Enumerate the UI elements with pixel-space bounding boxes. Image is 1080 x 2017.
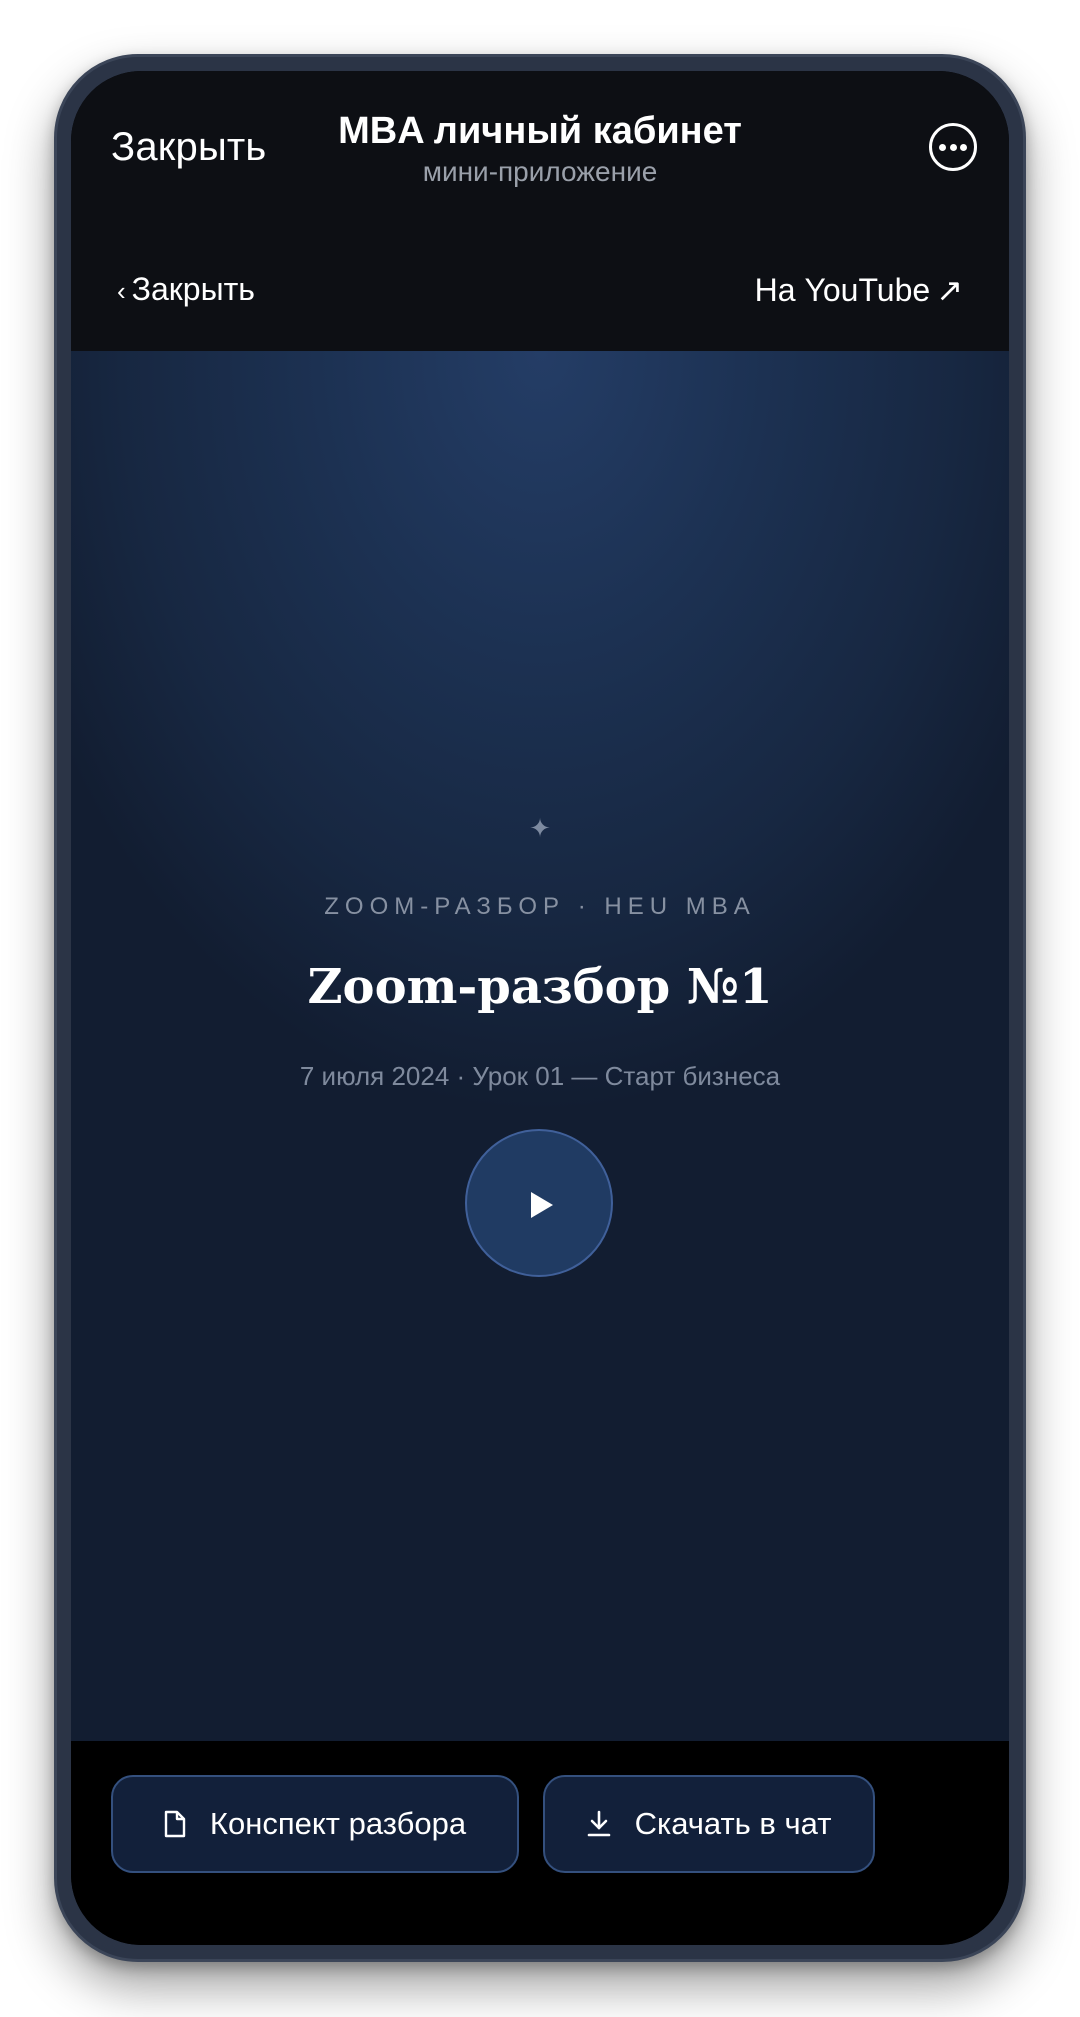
youtube-link[interactable]: На YouTube ↗ [755, 271, 963, 309]
external-arrow-icon: ↗ [936, 272, 963, 308]
sparkle-icon: ✦ [529, 813, 551, 843]
back-close-label: Закрыть [131, 271, 255, 307]
youtube-link-label: На YouTube [754, 272, 931, 308]
app-title: MBA личный кабинет [338, 110, 742, 152]
notes-button[interactable]: Конспект разбора [111, 1775, 519, 1873]
video-title: Zoom-разбор №1 [307, 959, 773, 1015]
close-button[interactable]: Закрыть [111, 127, 266, 167]
chevron-left-icon: ‹ [117, 276, 126, 306]
play-button[interactable] [465, 1129, 613, 1277]
video-meta: 7 июля 2024 · Урок 01 — Старт бизнеса [299, 1061, 781, 1091]
more-dot-icon [939, 144, 946, 151]
header-title-group: MBA личный кабинет мини-приложение [271, 110, 809, 188]
video-nav-bar: ‹ Закрыть На YouTube ↗ [71, 241, 1009, 351]
video-player[interactable]: ✦ ZOOM-РАЗБОР · HEU MBA Zoom-разбор №1 7… [71, 351, 1009, 1741]
action-bar: Конспект разбора Скачать в чат [71, 1741, 1009, 1945]
more-options-button[interactable] [929, 123, 977, 171]
app-subtitle: мини-приложение [422, 155, 658, 187]
more-dot-icon [960, 144, 967, 151]
back-close-link[interactable]: ‹ Закрыть [117, 271, 255, 308]
video-kicker: ZOOM-РАЗБОР · HEU MBA [324, 893, 756, 920]
download-to-chat-button[interactable]: Скачать в чат [543, 1775, 875, 1873]
download-icon [587, 1810, 610, 1837]
phone-frame: Закрыть MBA личный кабинет мини-приложен… [54, 54, 1026, 1962]
notes-button-label: Конспект разбора [209, 1806, 467, 1841]
mini-app-header: Закрыть MBA личный кабинет мини-приложен… [71, 71, 1009, 241]
download-button-label: Скачать в чат [634, 1806, 832, 1841]
document-icon [164, 1810, 186, 1838]
screen: Закрыть MBA личный кабинет мини-приложен… [71, 71, 1009, 1945]
more-dot-icon [949, 144, 957, 151]
play-icon [531, 1192, 553, 1218]
